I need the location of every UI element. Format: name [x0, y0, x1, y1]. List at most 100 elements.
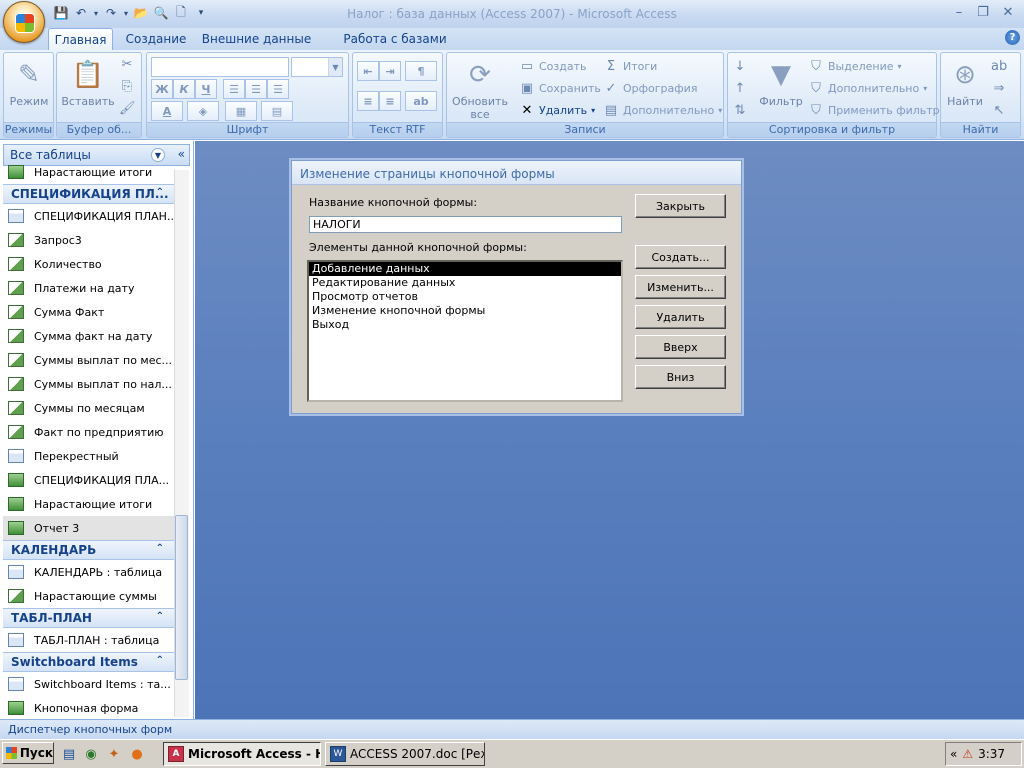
find-button[interactable]: ⊛ Найти: [943, 59, 987, 109]
clear-sort-button[interactable]: ⇅: [732, 103, 748, 118]
nav-item[interactable]: Платежи на дату: [8, 276, 174, 300]
quicklaunch-media-icon[interactable]: ✦: [105, 745, 123, 763]
underline-button[interactable]: Ч: [195, 79, 217, 99]
quicklaunch-app-icon[interactable]: ▤: [60, 745, 78, 763]
paste-button[interactable]: 📋 Вставить: [61, 59, 115, 109]
list-item[interactable]: Редактирование данных: [309, 276, 621, 290]
nav-item[interactable]: Нарастающие итоги: [8, 492, 174, 516]
security-warning-icon[interactable]: ⚠: [962, 747, 973, 761]
more-records-button[interactable]: ▤ Дополнительно ▾: [603, 103, 722, 118]
collapse-pane-icon[interactable]: «: [178, 147, 185, 161]
nav-group-header[interactable]: ТАБЛ-ПЛАН ⌃: [3, 608, 174, 628]
bold-button[interactable]: Ж: [151, 79, 173, 99]
taskbar-access[interactable]: A Microsoft Access - На...: [163, 742, 321, 766]
nav-item[interactable]: СПЕЦИФИКАЦИЯ ПЛАН...: [8, 204, 174, 228]
tab-external-data[interactable]: Внешние данные: [200, 28, 313, 50]
filter-button[interactable]: ▼ Фильтр: [756, 59, 806, 109]
collapse-group-icon[interactable]: ⌃: [156, 655, 164, 666]
nav-item[interactable]: Отчет 3: [3, 516, 174, 540]
paragraph-button[interactable]: ¶: [405, 61, 437, 81]
start-button[interactable]: Пуск: [2, 742, 54, 764]
cut-button[interactable]: ✂: [119, 57, 135, 72]
nav-item[interactable]: Switchboard Items : та...: [8, 672, 174, 696]
delete-item-button[interactable]: Удалить: [635, 305, 726, 329]
increase-indent-button[interactable]: ⇥: [379, 61, 401, 81]
taskbar-word[interactable]: W ACCESS 2007.doc [Режи...: [325, 742, 485, 766]
nav-item[interactable]: СПЕЦИФИКАЦИЯ ПЛА...: [8, 468, 174, 492]
font-size-combo[interactable]: ▼: [291, 57, 343, 77]
firefox-icon[interactable]: ●: [128, 745, 146, 763]
office-button[interactable]: [3, 1, 45, 43]
nav-item[interactable]: Суммы выплат по мес...: [8, 348, 174, 372]
tab-home[interactable]: Главная: [48, 28, 113, 50]
font-color-button[interactable]: A: [151, 101, 183, 121]
close-button[interactable]: Закрыть: [635, 194, 726, 218]
nav-item[interactable]: Суммы по месяцам: [8, 396, 174, 420]
nav-item[interactable]: Нарастающие итоги: [8, 160, 174, 184]
nav-item[interactable]: ТАБЛ-ПЛАН : таблица: [8, 628, 174, 652]
format-painter-button[interactable]: 🖌: [119, 101, 136, 116]
nav-item[interactable]: Запрос3: [8, 228, 174, 252]
copy-button[interactable]: ⎘: [119, 79, 135, 94]
save-record-button[interactable]: ▣ Сохранить: [519, 81, 601, 96]
move-up-button[interactable]: Вверх: [635, 335, 726, 359]
list-item[interactable]: Просмотр отчетов: [309, 290, 621, 304]
switchboard-name-input[interactable]: НАЛОГИ: [309, 216, 622, 233]
tray-expand-icon[interactable]: «: [950, 747, 957, 761]
selection-button[interactable]: ⛉ Выделение ▾: [808, 59, 901, 74]
nav-group-header[interactable]: КАЛЕНДАРЬ ⌃: [3, 540, 174, 560]
nav-item[interactable]: Кнопочная форма: [8, 696, 174, 720]
list-item[interactable]: Изменение кнопочной формы: [309, 304, 621, 318]
nav-item[interactable]: Количество: [8, 252, 174, 276]
collapse-group-icon[interactable]: ⌃: [156, 187, 164, 198]
align-center-button[interactable]: ☰: [245, 79, 267, 99]
advanced-filter-button[interactable]: ⛉ Дополнительно ▾: [808, 81, 927, 96]
select-button[interactable]: ↖: [991, 103, 1007, 118]
bullets-button[interactable]: ≡: [357, 91, 379, 111]
numbering-button[interactable]: ≡: [379, 91, 401, 111]
replace-button[interactable]: ab: [991, 59, 1007, 74]
sort-descending-button[interactable]: ↑: [732, 81, 748, 96]
highlight-button[interactable]: ab: [405, 91, 437, 111]
nav-item[interactable]: Нарастающие суммы: [8, 584, 174, 608]
align-left-button[interactable]: ☰: [223, 79, 245, 99]
gridlines-button[interactable]: ▦: [225, 101, 257, 121]
delete-record-button[interactable]: ✕ Удалить ▾: [519, 103, 596, 118]
collapse-group-icon[interactable]: ⌃: [156, 611, 164, 622]
tab-create[interactable]: Создание: [120, 28, 192, 50]
help-icon[interactable]: ?: [1005, 30, 1020, 45]
switchboard-items-list[interactable]: Добавление данных Редактирование данных Пр…: [307, 260, 623, 402]
goto-button[interactable]: ⇒: [991, 81, 1007, 96]
alternate-fill-button[interactable]: ▤: [261, 101, 293, 121]
decrease-indent-button[interactable]: ⇤: [357, 61, 379, 81]
nav-scrollbar-thumb[interactable]: [175, 515, 188, 680]
minimize-button[interactable]: –: [948, 3, 970, 21]
new-item-button[interactable]: Создать...: [635, 245, 726, 269]
move-down-button[interactable]: Вниз: [635, 365, 726, 389]
view-button[interactable]: ✎ Режим: [7, 59, 51, 109]
tab-database-tools[interactable]: Работа с базами данных: [322, 28, 468, 60]
toggle-filter-button[interactable]: ⛉ Применить фильтр: [808, 103, 940, 118]
nav-group-header[interactable]: СПЕЦИФИКАЦИЯ ПЛ... ⌃: [3, 184, 174, 204]
quicklaunch-desktop-icon[interactable]: ◉: [82, 745, 100, 763]
refresh-all-button[interactable]: ⟳ Обновить все: [449, 59, 511, 122]
list-item[interactable]: Добавление данных: [309, 262, 621, 276]
nav-item[interactable]: Сумма Факт: [8, 300, 174, 324]
italic-button[interactable]: К: [173, 79, 195, 99]
spelling-button[interactable]: ✓ Орфография: [603, 81, 698, 96]
fill-color-button[interactable]: ◈: [187, 101, 219, 121]
new-record-button[interactable]: ▭ Создать: [519, 59, 587, 74]
close-window-button[interactable]: ✕: [997, 3, 1019, 21]
collapse-group-icon[interactable]: ⌃: [156, 543, 164, 554]
nav-item[interactable]: Суммы выплат по нал...: [8, 372, 174, 396]
nav-item[interactable]: Перекрестный: [8, 444, 174, 468]
nav-group-header[interactable]: Switchboard Items ⌃: [3, 652, 174, 672]
totals-button[interactable]: Σ Итоги: [603, 59, 657, 74]
edit-item-button[interactable]: Изменить...: [635, 275, 726, 299]
align-right-button[interactable]: ☰: [267, 79, 289, 99]
nav-item[interactable]: Сумма факт на дату: [8, 324, 174, 348]
nav-item[interactable]: КАЛЕНДАРЬ : таблица: [8, 560, 174, 584]
maximize-button[interactable]: ❐: [972, 3, 994, 21]
font-name-combo[interactable]: [151, 57, 289, 77]
list-item[interactable]: Выход: [309, 318, 621, 332]
